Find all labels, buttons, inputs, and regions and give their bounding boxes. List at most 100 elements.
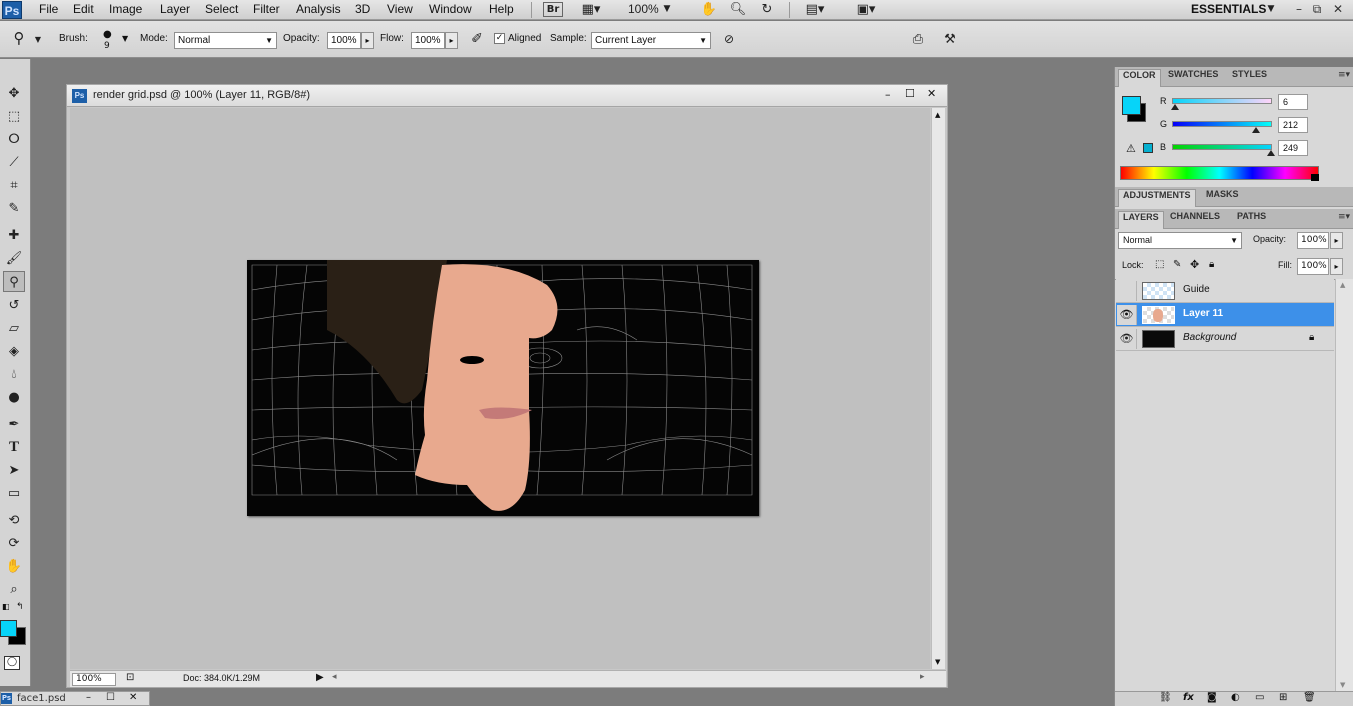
layers-scrollbar[interactable]: ▲ ▼ [1335,279,1353,691]
eye-icon[interactable]: 👁︎ [1117,329,1137,349]
tab-layers[interactable]: LAYERS [1118,211,1164,229]
scroll-up-icon[interactable]: ▲ [935,111,940,119]
g-slider-thumb[interactable] [1252,127,1260,133]
scroll-right-icon[interactable]: ▸ [920,672,925,682]
layer-opacity-arrow-icon[interactable]: ▸ [1330,232,1343,249]
close-icon[interactable]: ✕ [129,692,137,703]
minimized-document-bar[interactable]: Ps face1.psd – ☐ ✕ [0,691,150,706]
arrange-documents-icon[interactable]: ▤▾ [800,1,830,18]
lasso-tool-icon[interactable]: ⵔ [3,129,25,150]
airbrush-icon[interactable]: ✐ [466,31,488,48]
tab-swatches[interactable]: SWATCHES [1164,69,1222,87]
chevron-down-icon[interactable]: ▼ [34,31,42,48]
color-panel-foreground-swatch[interactable] [1122,96,1141,115]
b-value-field[interactable]: 249 [1278,140,1308,156]
screen-mode-icon[interactable]: ▣▾ [848,1,884,18]
link-layers-icon[interactable]: ⛓ [1159,692,1172,703]
status-menu-arrow-icon[interactable]: ▶ [316,672,324,683]
blend-mode-dropdown[interactable]: Normal ▼ [1118,232,1242,249]
marquee-tool-icon[interactable]: ⬚ [3,106,25,127]
workspace-switcher[interactable]: ESSENTIALS [1191,1,1266,18]
layer-opacity-field[interactable]: 100% [1297,232,1329,249]
fill-field[interactable]: 100% [1297,258,1329,275]
fill-arrow-icon[interactable]: ▸ [1330,258,1343,275]
brush-tool-icon[interactable]: 🖌︎ [3,248,25,269]
clone-stamp-preset-icon[interactable]: ⚲ [8,30,30,47]
lock-position-icon[interactable]: ✥ [1190,258,1199,271]
chevron-down-icon[interactable]: ▼ [662,1,672,18]
menu-window[interactable]: Window [427,1,474,18]
close-icon[interactable]: ✕ [1330,0,1346,18]
chevron-down-icon[interactable]: ▼ [122,34,128,43]
status-info-icon[interactable]: ⊡ [126,672,134,683]
zoom-icon[interactable]: 🔍︎ [729,1,747,18]
hand-tool-icon[interactable]: ✋ [3,556,25,577]
rotate-view-icon[interactable]: ↻ [758,1,776,18]
zoom-tool-icon[interactable]: ⌕ [3,579,25,600]
brush-panel-icon[interactable]: ⚒ [940,31,960,48]
tab-channels[interactable]: CHANNELS [1166,211,1224,229]
new-group-icon[interactable]: ▭ [1255,692,1264,703]
g-value-field[interactable]: 212 [1278,117,1308,133]
minimize-icon[interactable]: – [1291,0,1307,18]
3d-orbit-tool-icon[interactable]: ⟳ [3,533,25,554]
r-value-field[interactable]: 6 [1278,94,1308,110]
maximize-icon[interactable]: ☐ [106,692,115,703]
quick-selection-tool-icon[interactable]: ⟋ [3,152,25,173]
clone-stamp-tool-icon[interactable]: ⚲ [3,271,25,292]
close-icon[interactable]: ✕ [927,87,936,100]
aligned-checkbox[interactable]: ✓ [494,33,505,44]
menu-layer[interactable]: Layer [158,1,192,18]
layer-row-guide[interactable]: Guide [1116,279,1334,303]
r-slider[interactable] [1172,98,1272,104]
type-tool-icon[interactable]: T [3,437,25,458]
minimize-icon[interactable]: – [885,88,891,101]
layer-style-icon[interactable]: fx [1183,692,1194,703]
zoom-level-dropdown[interactable]: 100% [628,1,659,18]
menu-edit[interactable]: Edit [71,1,96,18]
clone-source-panel-icon[interactable]: ⎙ [908,31,928,48]
paint-bucket-tool-icon[interactable]: ◈ [3,341,25,362]
add-mask-icon[interactable]: ◙ [1207,692,1217,703]
menu-view[interactable]: View [385,1,415,18]
crop-tool-icon[interactable]: ⌗ [3,175,25,196]
minimize-icon[interactable]: – [86,692,91,703]
color-spectrum-bar[interactable] [1120,166,1319,180]
scroll-down-icon[interactable]: ▼ [935,658,940,666]
bridge-button[interactable]: Br [543,2,563,17]
view-extras-icon[interactable]: ▦▾ [577,1,605,18]
menu-3d[interactable]: 3D [353,1,372,18]
quick-mask-icon[interactable]: ◯ [4,656,20,670]
opacity-field[interactable]: 100% [327,32,361,49]
visibility-toggle[interactable] [1117,281,1137,301]
mode-dropdown[interactable]: Normal ▼ [174,32,277,49]
out-of-gamut-warning-icon[interactable]: ⚠ [1126,142,1136,155]
zoom-field[interactable]: 100% [72,673,116,686]
new-layer-icon[interactable]: ⊞ [1279,692,1287,703]
tab-paths[interactable]: PATHS [1233,211,1270,229]
menu-image[interactable]: Image [107,1,144,18]
adjustment-layer-icon[interactable]: ◐ [1231,692,1240,703]
3d-rotate-tool-icon[interactable]: ⟲ [3,510,25,531]
restore-icon[interactable]: ⧉ [1309,0,1325,18]
lock-transparent-icon[interactable]: ⬚ [1155,259,1164,270]
foreground-color-swatch[interactable] [0,620,17,637]
panel-menu-icon[interactable]: ≡▾ [1338,212,1350,222]
history-brush-tool-icon[interactable]: ↺ [3,295,25,316]
menu-help[interactable]: Help [487,1,516,18]
path-selection-tool-icon[interactable]: ➤ [3,460,25,481]
sample-dropdown[interactable]: Current Layer ▼ [591,32,711,49]
scroll-left-icon[interactable]: ◂ [332,672,337,682]
lock-image-icon[interactable]: ✎ [1173,259,1181,270]
default-colors-icon[interactable]: ◧ [2,602,10,611]
menu-select[interactable]: Select [203,1,240,18]
tab-color[interactable]: COLOR [1118,69,1161,87]
vertical-scrollbar[interactable]: ▲ ▼ [931,108,945,669]
eraser-tool-icon[interactable]: ▱ [3,318,25,339]
flow-field[interactable]: 100% [411,32,445,49]
menu-file[interactable]: File [37,1,60,18]
layer-row-layer-11[interactable]: 👁︎ Layer 11 [1116,303,1334,327]
shape-tool-icon[interactable]: ▭ [3,483,25,504]
spectrum-black-swatch[interactable] [1311,174,1319,181]
move-tool-icon[interactable]: ✥ [3,83,25,104]
